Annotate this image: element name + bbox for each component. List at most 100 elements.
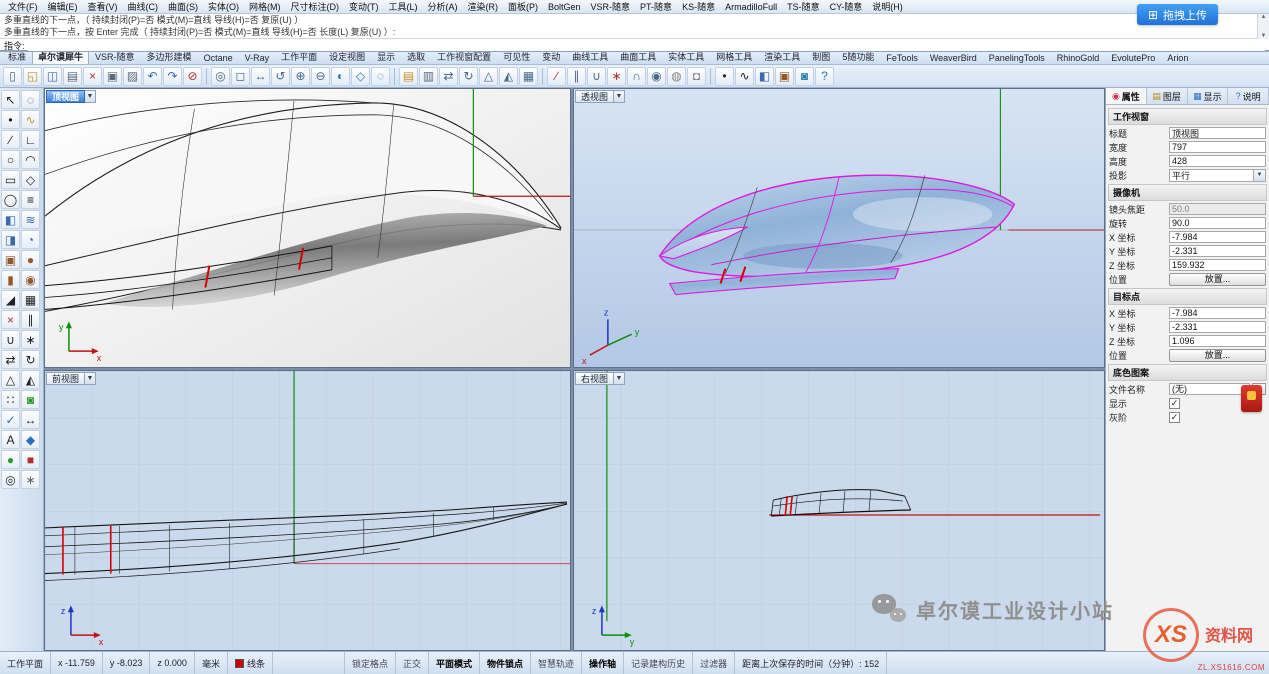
menu-item[interactable]: 曲线(C) — [123, 0, 164, 14]
line-icon[interactable]: ∕ — [1, 130, 20, 149]
status-toggle[interactable]: 锁定格点 — [345, 652, 396, 674]
gem-tool-icon[interactable]: ◆ — [21, 430, 40, 449]
viewport-title-top[interactable]: 顶视图 ▼ — [46, 90, 96, 103]
lasso-select-icon[interactable]: ◌ — [21, 90, 40, 109]
menu-item[interactable]: 尺寸标注(D) — [286, 0, 345, 14]
fillet-icon[interactable]: ∩ — [627, 67, 646, 86]
property-value-input[interactable] — [1169, 155, 1266, 167]
status-toggle[interactable]: 操作轴 — [582, 652, 624, 674]
trim-icon[interactable]: ∕ — [547, 67, 566, 86]
ribbon-tab[interactable]: FeTools — [880, 51, 924, 64]
viewport-top[interactable]: y x 顶视图 ▼ — [44, 88, 571, 368]
shaded-view-icon[interactable]: ◐ — [331, 67, 350, 86]
menu-item[interactable]: 变动(T) — [344, 0, 384, 14]
menu-item[interactable]: 查看(V) — [83, 0, 123, 14]
viewport-title-label[interactable]: 透视图 — [575, 90, 614, 103]
hide-icon[interactable]: ◍ — [667, 67, 686, 86]
menu-item[interactable]: 文件(F) — [3, 0, 43, 14]
viewport-perspective[interactable]: z y x 透视图 ▼ — [573, 88, 1105, 368]
chevron-down-icon[interactable]: ▼ — [614, 372, 625, 385]
chevron-down-icon[interactable]: ▼ — [85, 90, 96, 103]
menu-item[interactable]: 说明(H) — [867, 0, 908, 14]
red-square-icon[interactable]: ■ — [21, 450, 40, 469]
rotate-icon[interactable]: ↻ — [459, 67, 478, 86]
menu-item[interactable]: 编辑(E) — [43, 0, 83, 14]
trim-tool-icon[interactable]: × — [1, 310, 20, 329]
viewport-title-right[interactable]: 右视图 ▼ — [575, 372, 625, 385]
scale-icon[interactable]: △ — [479, 67, 498, 86]
menu-item[interactable]: 工具(L) — [384, 0, 423, 14]
loft-icon[interactable]: ≋ — [21, 210, 40, 229]
paste-icon[interactable]: ▨ — [123, 67, 142, 86]
property-value-input[interactable] — [1169, 217, 1266, 229]
ellipse-icon[interactable]: ◯ — [1, 190, 20, 209]
viewport-title-perspective[interactable]: 透视图 ▼ — [575, 90, 625, 103]
fillet-edge-icon[interactable]: ◢ — [1, 290, 20, 309]
menu-item[interactable]: 曲面(S) — [163, 0, 203, 14]
floating-seal-icon[interactable] — [1241, 385, 1262, 412]
viewport-right-canvas[interactable]: z y — [574, 371, 1104, 650]
viewport-title-front[interactable]: 前视图 ▼ — [46, 372, 96, 385]
group-icon[interactable]: ◉ — [647, 67, 666, 86]
sweep-icon[interactable]: ◨ — [1, 230, 20, 249]
menu-item[interactable]: 实体(O) — [203, 0, 244, 14]
property-value-input[interactable] — [1169, 141, 1266, 153]
copy-icon[interactable]: ▣ — [103, 67, 122, 86]
property-value-input[interactable] — [1169, 245, 1266, 257]
zoom-window-icon[interactable]: ◻ — [231, 67, 250, 86]
property-value-input[interactable] — [1169, 321, 1266, 333]
curve-icon[interactable]: ∿ — [735, 67, 754, 86]
panel-tab[interactable]: ◉属性 — [1106, 88, 1147, 104]
array-tool-icon[interactable]: ∷ — [1, 390, 20, 409]
ribbon-tab[interactable]: RhinoGold — [1051, 51, 1106, 64]
menu-item[interactable]: BoltGen — [543, 1, 586, 13]
panel-tab[interactable]: ▤图层 — [1147, 88, 1188, 104]
status-toggle[interactable]: 智慧轨迹 — [531, 652, 582, 674]
lock-icon[interactable]: ◘ — [687, 67, 706, 86]
boolean-icon[interactable]: ◉ — [21, 270, 40, 289]
menu-item[interactable]: 分析(A) — [423, 0, 463, 14]
open-file-icon[interactable]: ◱ — [23, 67, 42, 86]
menu-item[interactable]: 渲染(R) — [463, 0, 504, 14]
panel-tab[interactable]: ?说明 — [1228, 88, 1269, 104]
ribbon-tab[interactable]: WeaverBird — [924, 51, 983, 64]
property-value-input[interactable] — [1169, 335, 1266, 347]
checkbox[interactable]: ✓ — [1169, 398, 1180, 409]
array-icon[interactable]: ▦ — [519, 67, 538, 86]
command-scrollbar[interactable]: ▲▼ — [1257, 14, 1269, 39]
surface-tool-icon[interactable]: ◧ — [1, 210, 20, 229]
rotate-tool-icon[interactable]: ↻ — [21, 350, 40, 369]
ribbon-tab[interactable]: V-Ray — [239, 51, 276, 64]
help-icon[interactable]: ? — [815, 67, 834, 86]
new-file-icon[interactable]: ▯ — [3, 67, 22, 86]
select-arrow-icon[interactable]: ↖ — [1, 90, 20, 109]
split-icon[interactable]: ∥ — [567, 67, 586, 86]
layers-icon[interactable]: ▤ — [399, 67, 418, 86]
checkbox[interactable]: ✓ — [1169, 412, 1180, 423]
wireframe-view-icon[interactable]: ◇ — [351, 67, 370, 86]
sphere-icon[interactable]: ● — [21, 250, 40, 269]
status-toggle[interactable]: 记录建构历史 — [624, 652, 693, 674]
join-tool-icon[interactable]: ∪ — [1, 330, 20, 349]
rotate-view-icon[interactable]: ↺ — [271, 67, 290, 86]
pan-view-icon[interactable]: ↔ — [251, 67, 270, 86]
point-icon[interactable]: • — [715, 67, 734, 86]
solid-icon[interactable]: ▣ — [775, 67, 794, 86]
analyze-icon[interactable]: ✓ — [1, 410, 20, 429]
viewport-title-label[interactable]: 顶视图 — [46, 90, 85, 103]
current-layer[interactable]: 线条 — [228, 652, 273, 674]
zoom-out-icon[interactable]: ⊖ — [311, 67, 330, 86]
property-value-input[interactable] — [1169, 127, 1266, 139]
viewport-front[interactable]: z x 前视图 ▼ — [44, 370, 571, 651]
polygon-icon[interactable]: ◇ — [21, 170, 40, 189]
sketch-icon[interactable]: ∿ — [21, 110, 40, 129]
chevron-down-icon[interactable]: ▼ — [85, 372, 96, 385]
print-icon[interactable]: ▤ — [63, 67, 82, 86]
ribbon-tab[interactable]: Octane — [198, 51, 239, 64]
property-value-input[interactable] — [1169, 231, 1266, 243]
menu-item[interactable]: 网格(M) — [244, 0, 286, 14]
command-input[interactable] — [28, 40, 1265, 51]
viewport-title-label[interactable]: 右视图 — [575, 372, 614, 385]
zoom-extents-icon[interactable]: ◎ — [211, 67, 230, 86]
move-tool-icon[interactable]: ⇄ — [1, 350, 20, 369]
